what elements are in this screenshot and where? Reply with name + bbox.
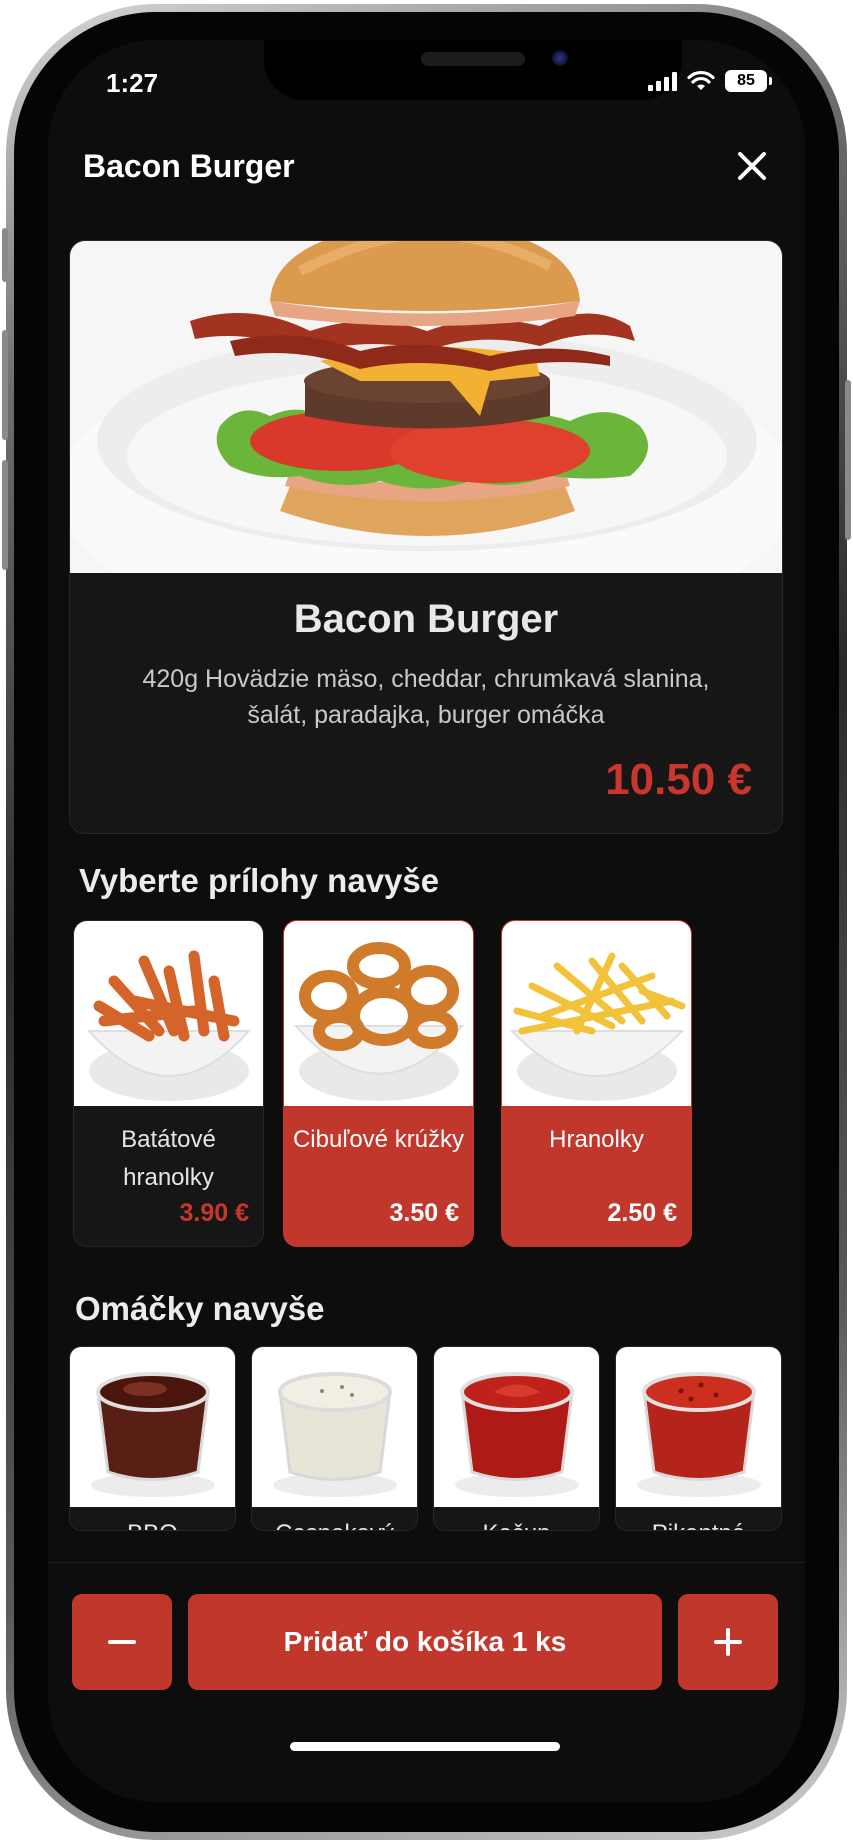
- power-button: [845, 380, 851, 540]
- fries-image: [502, 921, 691, 1106]
- volume-down-button: [2, 460, 8, 570]
- side-price: 3.50 €: [389, 1199, 459, 1227]
- product-card: Bacon Burger 420g Hovädzie mäso, cheddar…: [69, 240, 783, 834]
- side-name: Batátové hranolky: [121, 1126, 216, 1191]
- close-icon: [738, 152, 766, 180]
- side-card-batatove-hranolky[interactable]: Batátové hranolky 3.90 €: [73, 920, 264, 1247]
- sauce-name: Cesnakový: [252, 1520, 417, 1530]
- minus-icon: [108, 1640, 136, 1644]
- home-indicator[interactable]: [290, 1742, 560, 1751]
- sides-section-title: Vyberte prílohy navyše: [79, 862, 440, 899]
- garlic-sauce-image: [252, 1347, 417, 1507]
- burger-image: [70, 241, 782, 641]
- increase-quantity-button[interactable]: [678, 1594, 778, 1690]
- sauce-card-kecup[interactable]: Kečup: [433, 1346, 600, 1531]
- add-to-cart-button[interactable]: Pridať do košíka 1 ks: [188, 1594, 662, 1690]
- sauce-name: Pikantná: [616, 1520, 781, 1530]
- plus-icon: [714, 1628, 742, 1656]
- speaker: [421, 52, 525, 66]
- side-price: 2.50 €: [607, 1199, 677, 1227]
- app-screen: 1:27 85 Bacon Burger Bacon Burger 420g H…: [48, 40, 805, 1802]
- page-title: Bacon Burger: [83, 148, 295, 184]
- side-name: Hranolky: [549, 1126, 644, 1153]
- sauce-card-bbq[interactable]: BBQ: [69, 1346, 236, 1531]
- status-icons: 85: [648, 70, 772, 92]
- sauce-name: Kečup: [434, 1520, 599, 1530]
- side-card-hranolky[interactable]: Hranolky 2.50 €: [501, 920, 692, 1247]
- product-description: 420g Hovädzie mäso, cheddar, chrumkavá s…: [142, 665, 710, 729]
- front-camera: [552, 50, 568, 66]
- decrease-quantity-button[interactable]: [72, 1594, 172, 1690]
- ketchup-image: [434, 1347, 599, 1507]
- volume-up-button: [2, 330, 8, 440]
- side-price: 3.90 €: [179, 1199, 249, 1227]
- product-name: Bacon Burger: [293, 597, 559, 641]
- status-time: 1:27: [106, 68, 159, 98]
- side-card-cibulove-kruzky[interactable]: Cibuľové krúžky 3.50 €: [283, 920, 474, 1247]
- close-button[interactable]: [732, 146, 772, 186]
- bbq-sauce-image: [70, 1347, 235, 1507]
- sauce-card-pikantna[interactable]: Pikantná: [615, 1346, 782, 1531]
- battery-icon: 85: [725, 70, 772, 92]
- sauce-name: BBQ: [70, 1520, 235, 1530]
- side-name: Cibuľové krúžky: [292, 1126, 465, 1153]
- signal-icon: [648, 71, 677, 91]
- onion-rings-image: [284, 921, 473, 1106]
- product-price: 10.50 €: [605, 755, 752, 804]
- wifi-icon: [687, 70, 715, 90]
- notch: [264, 40, 682, 100]
- spicy-sauce-image: [616, 1347, 781, 1507]
- sauces-section-title: Omáčky navyše: [75, 1290, 325, 1327]
- side-button: [2, 228, 8, 282]
- sauce-card-cesnakovy[interactable]: Cesnakový: [251, 1346, 418, 1531]
- sweet-potato-fries-image: [74, 921, 263, 1106]
